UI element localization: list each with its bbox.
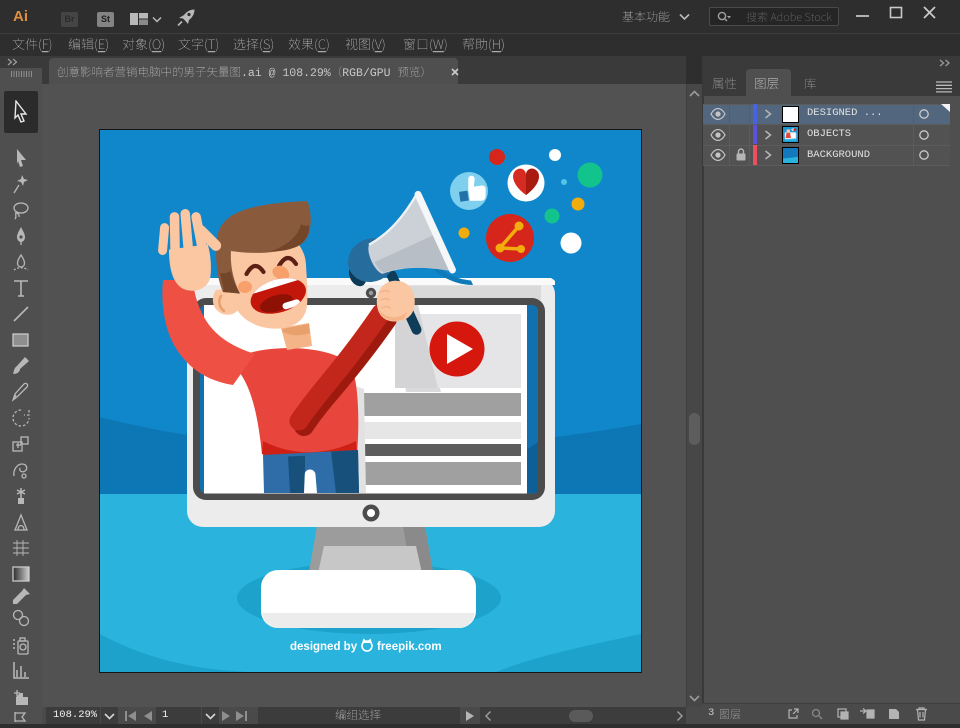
svg-text:freepik.com: freepik.com bbox=[377, 641, 442, 653]
svg-text:designed by: designed by bbox=[290, 641, 358, 653]
